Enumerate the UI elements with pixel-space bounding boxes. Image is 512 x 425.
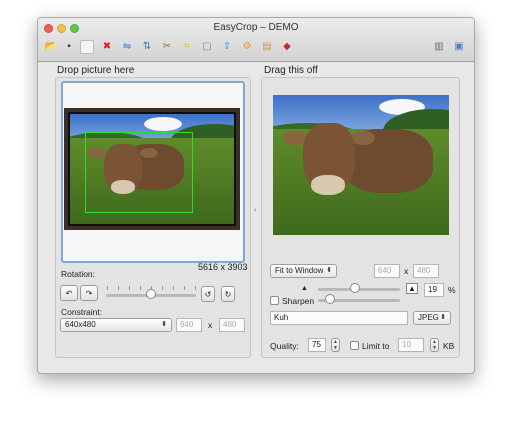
rotate-cw-90-button[interactable]: ↻ <box>221 286 235 302</box>
rotation-slider-tick <box>184 286 185 290</box>
times-sign: x <box>404 266 409 276</box>
book-icon[interactable]: ▥ <box>432 40 446 54</box>
chevron-updown-icon: ⬍ <box>440 314 446 321</box>
green-frame-icon[interactable]: ▢ <box>200 40 214 54</box>
output-width-field[interactable]: 640 <box>374 264 400 278</box>
limit-checkbox[interactable] <box>350 341 359 350</box>
rotation-slider-tick <box>162 286 163 290</box>
limit-size-stepper[interactable]: ▲ ▼ <box>430 338 439 352</box>
percent-sign: % <box>448 285 456 295</box>
rotation-slider-tick <box>129 286 130 290</box>
rotation-slider-knob[interactable] <box>146 289 156 299</box>
settings-icon[interactable]: ⚙ <box>240 40 254 54</box>
save-icon[interactable]: ▪ <box>62 40 76 54</box>
scale-percent-field[interactable]: 19 <box>424 283 444 297</box>
crop-selection-rectangle[interactable] <box>85 132 193 213</box>
constraint-value: 640x480 <box>65 320 96 329</box>
sharpen-checkbox[interactable] <box>270 296 279 305</box>
constraint-label: Constraint: <box>61 307 103 317</box>
rotate-ccw-90-button[interactable]: ↺ <box>201 286 215 302</box>
quality-stepper[interactable]: ▲ ▼ <box>331 338 340 352</box>
drop-area-header: Drop picture here <box>57 65 135 76</box>
constraint-select[interactable]: 640x480 ⬍ <box>60 318 172 332</box>
quality-label: Quality: <box>270 341 299 351</box>
small-person-icon: ▲ <box>301 285 308 292</box>
window-title: EasyCrop – DEMO <box>213 22 299 33</box>
flip-horizontal-icon[interactable]: ⇋ <box>120 40 134 54</box>
rotate-ccw-45-button[interactable]: ↶ <box>60 285 78 301</box>
rotation-slider-tick <box>140 286 141 290</box>
output-area-header: Drag this off <box>264 65 318 76</box>
limit-size-field[interactable]: 10 <box>398 338 424 352</box>
crop-frame-icon[interactable]: ⌗ <box>180 40 194 54</box>
rotate-cw-45-button[interactable]: ↷ <box>80 285 98 301</box>
title-bar: EasyCrop – DEMO 📂 ▪ ▫ ✖ ⇋ ⇅ ✂ ⌗ ▢ ⇪ ⚙ ▤ ◆ ▥ ▣ <box>38 18 474 62</box>
quality-field[interactable]: 75 <box>308 338 326 352</box>
filename-field[interactable]: Kuh <box>270 311 408 325</box>
constraint-width-field[interactable]: 640 <box>176 318 202 332</box>
fit-mode-value: Fit to Window <box>275 266 324 275</box>
image-dimensions: 5616 x 3903 <box>198 262 248 272</box>
rotation-slider-tick <box>173 286 174 290</box>
kb-label: KB <box>443 341 455 351</box>
flip-vertical-icon[interactable]: ⇅ <box>140 40 154 54</box>
times-sign: x <box>208 320 213 330</box>
export-icon[interactable]: ⇪ <box>220 40 234 54</box>
large-person-icon: ▲ <box>406 283 418 294</box>
display-icon[interactable]: ▣ <box>452 40 466 54</box>
rotation-label: Rotation: <box>61 269 96 279</box>
new-document-icon[interactable]: ▫ <box>80 40 94 54</box>
output-height-field[interactable]: 480 <box>413 264 439 278</box>
format-value: JPEG <box>418 313 439 322</box>
fit-mode-select[interactable]: Fit to Window ⬍ <box>270 264 337 278</box>
rotation-slider-tick <box>195 286 196 290</box>
chevron-updown-icon: ⬍ <box>161 321 167 328</box>
limit-label: Limit to <box>362 341 390 351</box>
delete-icon[interactable]: ✖ <box>100 40 114 54</box>
constraint-height-field[interactable]: 480 <box>219 318 245 332</box>
format-select[interactable]: JPEG ⬍ <box>413 311 451 325</box>
open-folder-icon[interactable]: 📂 <box>44 40 58 54</box>
info-icon[interactable]: ◆ <box>280 40 294 54</box>
rotation-slider-tick <box>118 286 119 290</box>
scale-slider-knob[interactable] <box>349 283 360 293</box>
chevron-updown-icon: ⬍ <box>326 267 332 274</box>
sharpen-label: Sharpen <box>282 296 315 306</box>
splitter-handle[interactable]: ‹ <box>254 207 256 214</box>
notes-icon[interactable]: ▤ <box>260 40 274 54</box>
rotation-slider-tick <box>107 286 108 290</box>
output-image[interactable] <box>273 95 449 235</box>
crop-tool-icon[interactable]: ✂ <box>160 40 174 54</box>
